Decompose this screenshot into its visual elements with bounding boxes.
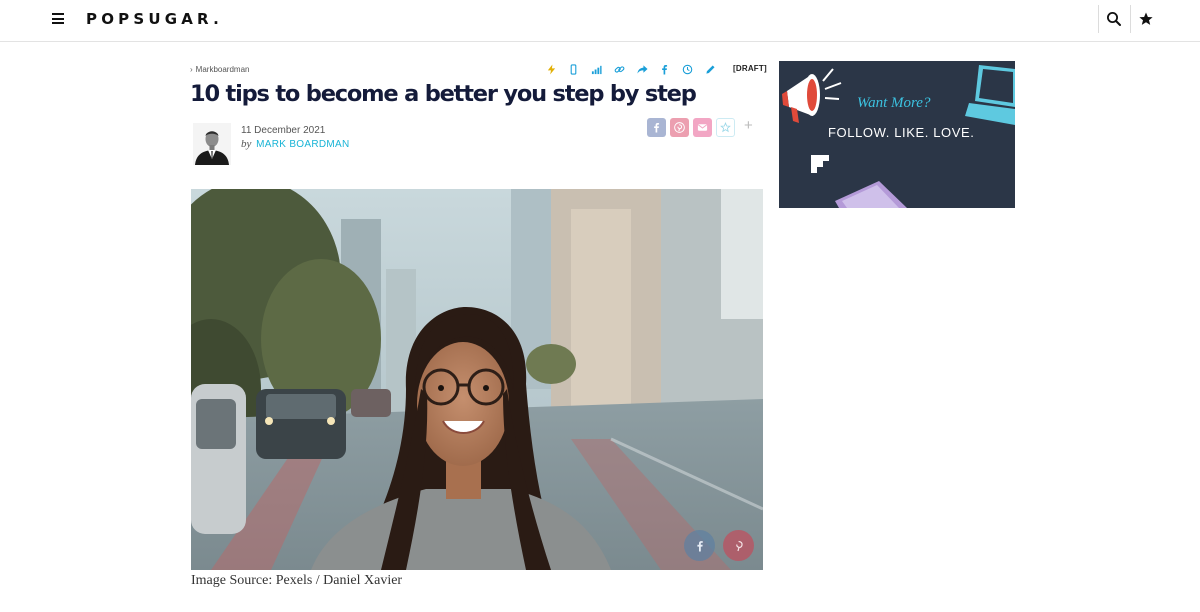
publish-date: 11 December 2021 [241,125,326,136]
sidebar-ad-banner[interactable]: Want More? FOLLOW. LIKE. LOVE. [779,61,1015,208]
facebook-icon [696,540,703,551]
breadcrumb[interactable]: › Markboardman [190,65,249,74]
hero-image [191,189,763,570]
ad-tagline: FOLLOW. LIKE. LOVE. [828,125,975,140]
byline-prefix: by [241,138,252,150]
search-icon[interactable] [1105,10,1123,28]
header-divider [1098,5,1099,33]
clock-icon[interactable] [682,63,694,75]
author-avatar[interactable] [193,123,231,165]
facebook-icon [654,123,660,133]
star-icon[interactable] [1137,10,1155,28]
draft-status-badge: [DRAFT] [733,64,767,73]
image-share-facebook-button[interactable] [684,530,715,561]
chevron-right-icon: › [190,65,193,74]
edit-pencil-icon[interactable] [705,63,717,75]
facebook-icon[interactable] [659,63,671,75]
share-pinterest-button[interactable] [670,118,689,137]
share-facebook-button[interactable] [647,118,666,137]
header-divider [1130,5,1131,33]
lightning-icon[interactable] [545,63,557,75]
image-caption: Image Source: Pexels / Daniel Xavier [191,573,403,588]
pinterest-icon [735,540,743,551]
editor-toolbar [545,62,727,76]
byline: by MARK BOARDMAN [241,138,350,150]
save-favorite-button[interactable] [716,118,735,137]
link-icon[interactable] [613,63,625,75]
top-navigation-bar: POPSUGAR. [0,0,1200,42]
pinterest-icon [674,122,685,133]
hamburger-menu-icon[interactable] [52,13,64,24]
star-outline-icon [720,122,731,133]
article-title: 10 tips to become a better you step by s… [190,81,697,107]
more-share-options-button[interactable]: + [744,117,753,134]
share-email-button[interactable] [693,118,712,137]
image-share-pinterest-button[interactable] [723,530,754,561]
mobile-icon[interactable] [568,63,580,75]
ad-heading: Want More? [857,95,931,111]
author-link[interactable]: MARK BOARDMAN [256,139,349,150]
stats-icon[interactable] [591,63,603,75]
share-arrow-icon[interactable] [636,63,648,75]
email-icon [697,124,708,131]
breadcrumb-author-link[interactable]: Markboardman [196,65,250,74]
site-logo[interactable]: POPSUGAR. [86,10,223,28]
